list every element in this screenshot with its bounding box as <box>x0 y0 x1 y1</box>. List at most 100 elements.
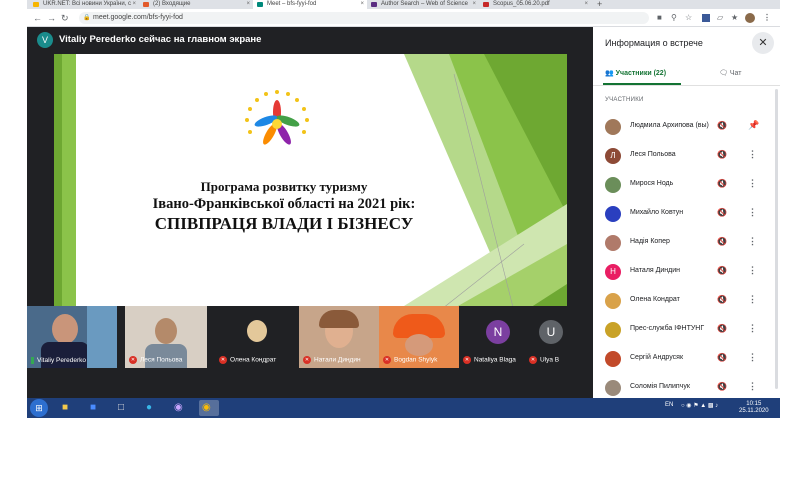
mic-off-icon: ✕ <box>129 356 137 364</box>
video-tile-polova[interactable]: ✕ Леся Польова <box>125 306 207 368</box>
more-options-icon[interactable]: ⋮ <box>748 352 757 363</box>
mic-off-icon: 🔇 <box>717 353 727 362</box>
more-options-icon[interactable]: ⋮ <box>748 207 757 218</box>
participant-row[interactable]: Михайло Ковтун 🔇 ⋮ <box>593 199 780 228</box>
more-options-icon[interactable]: ⋮ <box>748 149 757 160</box>
participants-section-label: УЧАСТНИКИ <box>605 97 644 103</box>
tourism-logo-icon <box>245 90 309 145</box>
slide-title-line-3: СПІВПРАЦЯ ВЛАДИ І БІЗНЕСУ <box>154 214 414 233</box>
video-tile-shylyk[interactable]: ✕ Bogdan Shylyk <box>379 306 459 368</box>
app-taskbar-icon[interactable]: ◉ <box>171 400 191 416</box>
start-button[interactable]: ⊞ <box>30 399 48 417</box>
taskbar-clock[interactable]: 10:15 25.11.2020 <box>739 401 769 415</box>
browser-tab-scopus-pdf[interactable]: Scopus_05.06.20.pdf × <box>479 0 591 9</box>
windows-taskbar: ⊞ ■ ■ □ ● ◉ ◉ EN ○ ◉ ⚑ ▲ ▩ ♪ 10:15 25.11… <box>27 398 780 418</box>
lock-icon: 🔒 <box>83 15 91 21</box>
mic-off-icon: 🔇 <box>717 179 727 188</box>
presenter-avatar: V <box>37 32 53 48</box>
tile-name: ✕ Олена Кондрат <box>219 356 277 364</box>
zoom-icon[interactable]: ⚲ <box>671 12 677 24</box>
browser-tab-meet[interactable]: Meet – bfs-fyyi-fod × <box>253 0 367 9</box>
pin-icon[interactable]: 📌 <box>748 120 759 131</box>
close-tab-icon[interactable]: × <box>360 0 364 9</box>
system-tray-icons[interactable]: ○ ◉ ⚑ ▲ ▩ ♪ <box>681 402 718 409</box>
extension-icon[interactable] <box>702 14 710 22</box>
more-options-icon[interactable]: ⋮ <box>748 294 757 305</box>
browser-menu-icon[interactable]: ⋮ <box>763 12 771 24</box>
tile-name: ✕ Ulya B <box>529 356 560 364</box>
browser-tab-web-of-science[interactable]: Author Search – Web of Science × <box>367 0 479 9</box>
participant-avatar <box>605 380 621 396</box>
more-options-icon[interactable]: ⋮ <box>748 265 757 276</box>
close-tab-icon[interactable]: × <box>472 0 476 9</box>
participant-name: Прес-служба ІФНТУНГ <box>630 325 705 332</box>
close-tab-icon[interactable]: × <box>132 0 136 9</box>
participant-initial-avatar: U <box>539 320 563 344</box>
edge-taskbar-icon[interactable]: ● <box>143 400 163 416</box>
more-options-icon[interactable]: ⋮ <box>748 236 757 247</box>
close-panel-button[interactable]: ✕ <box>752 32 774 54</box>
more-options-icon[interactable]: ⋮ <box>748 178 757 189</box>
video-tile-perederko[interactable]: Vitaliy Perederko <box>27 306 117 368</box>
browser-tab-strip: UKR.NET: Всі новини України, с × (2) Вхо… <box>27 0 780 9</box>
participant-row[interactable]: Н Наталя Диндин 🔇 ⋮ <box>593 257 780 286</box>
mic-off-icon: ✕ <box>463 356 471 364</box>
background-banner <box>87 306 117 368</box>
participant-row[interactable]: Л Леся Польова 🔇 ⋮ <box>593 141 780 170</box>
new-tab-button[interactable]: + <box>597 0 602 9</box>
participant-row[interactable]: Сергій Андрусяк 🔇 ⋮ <box>593 344 780 373</box>
browser-tab-ukrnet[interactable]: UKR.NET: Всі новини України, с × <box>29 0 139 9</box>
camera-in-use-icon[interactable]: ■ <box>657 12 662 24</box>
tile-name: Vitaliy Perederko <box>31 356 86 364</box>
participant-row[interactable]: Прес-служба ІФНТУНГ 🔇 ⋮ <box>593 315 780 344</box>
mic-off-icon: 🔇 <box>717 295 727 304</box>
close-tab-icon[interactable]: × <box>584 0 588 9</box>
participant-avatar <box>605 177 621 193</box>
extension-puzzle-icon[interactable]: ▱ <box>717 12 723 24</box>
explorer-taskbar-icon[interactable]: ■ <box>59 400 79 416</box>
chrome-taskbar-icon[interactable]: ◉ <box>199 400 219 416</box>
participant-row[interactable]: Надія Копер 🔇 ⋮ <box>593 228 780 257</box>
wos-favicon-icon <box>371 2 377 7</box>
more-options-icon[interactable]: ⋮ <box>748 381 757 392</box>
address-bar[interactable]: 🔒 meet.google.com/bfs-fyyi-fod <box>79 12 649 24</box>
bookmark-star-icon[interactable]: ☆ <box>685 12 692 24</box>
screenshot: UKR.NET: Всі новини України, с × (2) Вхо… <box>27 0 780 418</box>
reload-icon[interactable]: ↻ <box>61 12 69 24</box>
panel-title: Информация о встрече <box>605 38 703 48</box>
participant-name: Леся Польова <box>630 151 676 158</box>
mic-off-icon: 🔇 <box>717 266 727 275</box>
video-tile-kondrat[interactable]: ✕ Олена Кондрат <box>215 306 295 368</box>
participant-row[interactable]: Людмила Архипова (вы) 🔇 📌 <box>593 112 780 141</box>
participant-name: Наталя Диндин <box>630 267 681 274</box>
extensions-menu-icon[interactable]: ★ <box>731 12 738 24</box>
video-tile-ulya[interactable]: U ✕ Ulya B <box>525 306 593 368</box>
document-taskbar-icon[interactable]: □ <box>115 400 135 416</box>
tab-participants[interactable]: 👥 Участники (22) <box>605 69 666 79</box>
language-indicator[interactable]: EN <box>665 402 673 408</box>
mic-off-icon: 🔇 <box>717 150 727 159</box>
meeting-details-panel: Информация о встрече ✕ 👥 Участники (22) … <box>593 27 780 398</box>
participant-row[interactable]: Мирося Нодь 🔇 ⋮ <box>593 170 780 199</box>
word-taskbar-icon[interactable]: ■ <box>87 400 107 416</box>
video-tile-blaga[interactable]: N ✕ Nataliya Blaga <box>459 306 525 368</box>
video-tile-dyndyn[interactable]: ✕ Натали Диндин <box>299 306 379 368</box>
participants-scrollbar[interactable] <box>775 89 778 389</box>
participant-avatar <box>605 119 621 135</box>
forward-icon[interactable]: → <box>47 12 56 24</box>
profile-avatar[interactable] <box>745 13 755 23</box>
close-tab-icon[interactable]: × <box>246 0 250 9</box>
back-icon[interactable]: ← <box>33 12 42 24</box>
browser-toolbar: ← → ↻ 🔒 meet.google.com/bfs-fyyi-fod ■ ⚲… <box>27 9 780 27</box>
tile-name: ✕ Bogdan Shylyk <box>383 356 438 364</box>
participant-face <box>405 334 433 356</box>
mic-off-icon: ✕ <box>383 356 391 364</box>
participant-avatar: Н <box>605 264 621 280</box>
tab-chat[interactable]: 🗨 Чат <box>719 69 741 79</box>
more-options-icon[interactable]: ⋮ <box>748 323 757 334</box>
participant-row[interactable]: Олена Кондрат 🔇 ⋮ <box>593 286 780 315</box>
browser-tab-inbox[interactable]: (2) Входящие × <box>139 0 253 9</box>
mic-off-icon: ✕ <box>529 356 537 364</box>
clock-date: 25.11.2020 <box>739 408 769 414</box>
participant-avatar <box>605 206 621 222</box>
